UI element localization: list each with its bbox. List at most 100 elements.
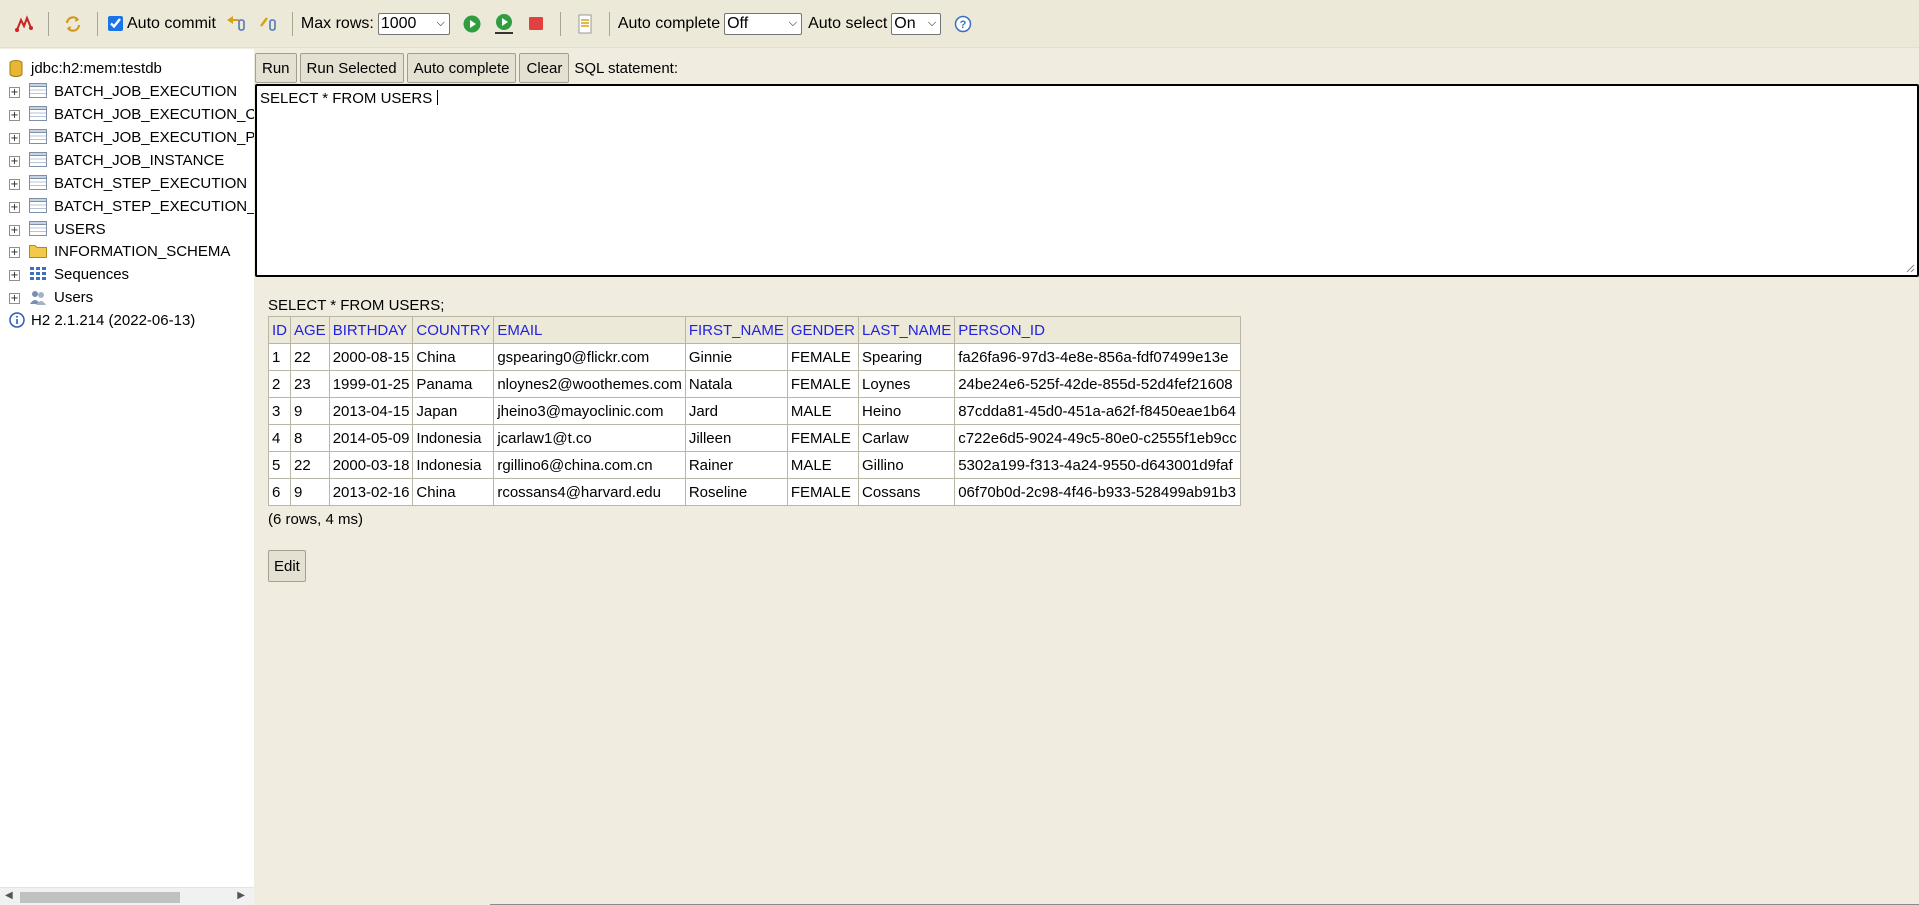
tree-item-table[interactable]: + BATCH_STEP_EXECUTION <box>0 173 254 195</box>
tree-horizontal-scrollbar[interactable]: ◀ ▶ <box>0 887 254 905</box>
table-name: USERS <box>54 221 106 238</box>
table-name: BATCH_STEP_EXECUTION_CONTEXT <box>54 198 254 215</box>
expand-icon[interactable]: + <box>9 293 20 304</box>
column-header[interactable]: AGE <box>290 316 330 344</box>
expand-icon[interactable]: + <box>9 87 20 98</box>
table-cell: 9 <box>290 478 330 506</box>
run-button[interactable]: Run <box>255 53 297 83</box>
disconnect-icon[interactable] <box>11 11 37 37</box>
table-cell: Spearing <box>858 343 956 371</box>
expand-icon[interactable]: + <box>9 225 20 236</box>
tree-item-connection[interactable]: jdbc:h2:mem:testdb <box>0 58 254 80</box>
chevron-down-icon: ⌵ <box>927 17 937 29</box>
commit-icon[interactable] <box>255 11 281 37</box>
table-cell: Indonesia <box>412 451 495 479</box>
scrollbar-thumb[interactable] <box>20 892 180 903</box>
tree-item-schema[interactable]: + INFORMATION_SCHEMA <box>0 241 254 263</box>
expand-icon[interactable]: + <box>9 247 20 258</box>
auto-commit-checkbox[interactable] <box>108 16 123 31</box>
table-cell: Jard <box>684 397 788 425</box>
history-icon[interactable] <box>572 11 598 37</box>
tree-item-version: H2 2.1.214 (2022-06-13) <box>0 310 254 332</box>
column-header[interactable]: BIRTHDAY <box>328 316 414 344</box>
tree-item-table[interactable]: + BATCH_JOB_EXECUTION_CONTEXT <box>0 104 254 126</box>
table-header-row: ID AGE BIRTHDAY COUNTRY EMAIL FIRST_NAME… <box>268 316 1241 344</box>
table-cell: China <box>412 478 495 506</box>
expand-icon[interactable]: + <box>9 202 20 213</box>
rollback-icon[interactable] <box>223 11 249 37</box>
table-cell: Indonesia <box>412 424 495 452</box>
column-header[interactable]: GENDER <box>786 316 860 344</box>
tree-item-table[interactable]: + BATCH_JOB_INSTANCE <box>0 150 254 172</box>
table-cell: nloynes2@woothemes.com <box>493 370 686 398</box>
table-icon <box>29 129 47 146</box>
table-cell: 2 <box>268 370 291 398</box>
expand-icon[interactable]: + <box>9 179 20 190</box>
tree-item-sequences[interactable]: + Sequences <box>0 264 254 286</box>
query-button-bar: Run Run Selected Auto complete Clear SQL… <box>255 52 678 84</box>
table-cell: 2013-04-15 <box>328 397 414 425</box>
run-selected-button[interactable]: Run Selected <box>299 53 404 83</box>
expand-icon[interactable]: + <box>9 156 20 167</box>
table-cell: 6 <box>268 478 291 506</box>
table-cell: Loynes <box>858 370 956 398</box>
column-header[interactable]: EMAIL <box>493 316 686 344</box>
tree-item-table[interactable]: + USERS <box>0 219 254 241</box>
tree-item-users[interactable]: + Users <box>0 287 254 309</box>
table-name: BATCH_JOB_EXECUTION_PARAMS <box>54 129 254 146</box>
help-icon[interactable]: ? <box>950 11 976 37</box>
table-cell: jcarlaw1@t.co <box>493 424 686 452</box>
run-icon[interactable] <box>459 11 485 37</box>
table-cell: 1999-01-25 <box>328 370 414 398</box>
auto-select-value: On <box>894 14 916 32</box>
edit-button[interactable]: Edit <box>268 550 306 582</box>
table-cell: 1 <box>268 343 291 371</box>
expand-icon[interactable]: + <box>9 133 20 144</box>
tree-item-table[interactable]: + BATCH_STEP_EXECUTION_CONTEXT <box>0 196 254 218</box>
column-header[interactable]: ID <box>268 316 291 344</box>
expand-icon[interactable]: + <box>9 270 20 281</box>
refresh-icon[interactable] <box>60 11 86 37</box>
executed-query: SELECT * FROM USERS; <box>268 297 445 314</box>
column-header[interactable]: PERSON_ID <box>954 316 1241 344</box>
max-rows-select[interactable]: 1000 ⌵ <box>377 12 450 35</box>
toolbar-separator <box>291 11 293 36</box>
column-header[interactable]: FIRST_NAME <box>684 316 788 344</box>
sql-editor[interactable]: SELECT * FROM USERS <box>255 84 1919 277</box>
auto-complete-button[interactable]: Auto complete <box>406 53 517 83</box>
table-cell: 22 <box>290 451 330 479</box>
scroll-right-icon[interactable]: ▶ <box>237 890 245 901</box>
sequences-icon <box>29 266 47 283</box>
stop-icon[interactable] <box>523 11 549 37</box>
table-cell: 2000-03-18 <box>328 451 414 479</box>
table-cell: MALE <box>786 451 860 479</box>
column-header[interactable]: LAST_NAME <box>858 316 956 344</box>
auto-select-select[interactable]: On ⌵ <box>891 12 942 35</box>
schema-name: INFORMATION_SCHEMA <box>54 243 231 260</box>
tree-item-table[interactable]: + BATCH_JOB_EXECUTION_PARAMS <box>0 127 254 149</box>
sequences-label: Sequences <box>54 266 130 283</box>
auto-complete-select[interactable]: Off ⌵ <box>724 12 803 35</box>
table-cell: Carlaw <box>858 424 956 452</box>
max-rows-label: Max rows: <box>300 14 374 32</box>
connection-label: jdbc:h2:mem:testdb <box>31 60 162 77</box>
expand-icon[interactable]: + <box>9 110 20 121</box>
clear-button[interactable]: Clear <box>519 53 570 83</box>
tree-item-table[interactable]: + BATCH_JOB_EXECUTION <box>0 81 254 103</box>
table-icon <box>29 152 47 169</box>
text-caret <box>437 90 439 105</box>
sql-text: SELECT * FROM USERS <box>260 90 437 107</box>
table-cell: China <box>412 343 495 371</box>
run-selected-icon[interactable] <box>491 11 517 37</box>
table-row: 4 8 2014-05-09 Indonesia jcarlaw1@t.co Jillee… <box>268 424 1241 452</box>
resize-grip-icon[interactable] <box>1905 263 1915 273</box>
table-icon <box>29 175 47 192</box>
auto-complete-value: Off <box>727 14 749 32</box>
toolbar-separator <box>559 11 561 36</box>
table-cell: 5302a199-f313-4a24-9550-d643001d9faf <box>954 451 1241 479</box>
schema-tree: jdbc:h2:mem:testdb + BATCH_JOB_EXECUTION… <box>0 49 254 905</box>
scroll-left-icon[interactable]: ◀ <box>5 890 13 901</box>
column-header[interactable]: COUNTRY <box>412 316 495 344</box>
table-cell: Panama <box>412 370 495 398</box>
table-cell: 22 <box>290 343 330 371</box>
